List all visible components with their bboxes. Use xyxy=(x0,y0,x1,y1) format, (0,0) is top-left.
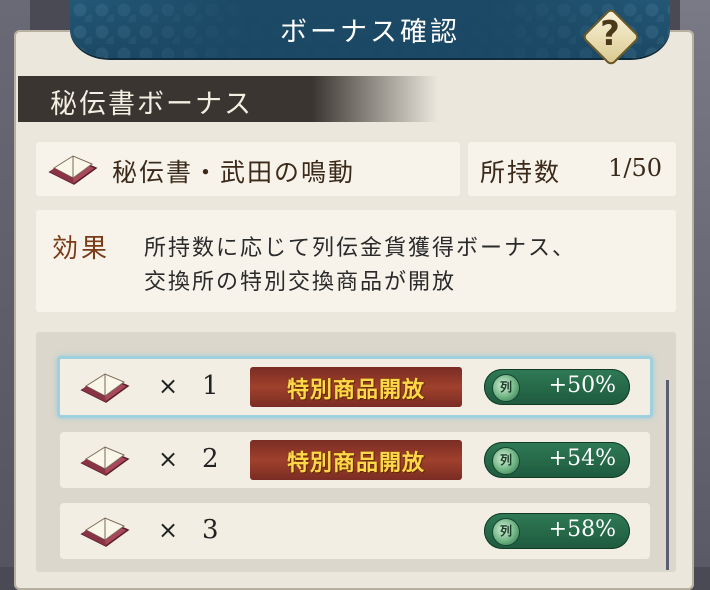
bonus-row-1[interactable]: × 1 特別商品開放 列 +50% xyxy=(57,356,653,418)
book-count: 3 xyxy=(202,515,219,545)
help-symbol: ? xyxy=(600,14,620,54)
multiplier-sign: × xyxy=(158,372,179,400)
book-count: 1 xyxy=(202,371,219,401)
coin-icon: 列 xyxy=(492,447,520,475)
book-icon xyxy=(80,373,130,403)
effect-box: 効果 所持数に応じて列伝金貨獲得ボーナス、 交換所の特別交換商品が開放 xyxy=(36,210,676,312)
effect-label: 効果 xyxy=(52,234,111,264)
help-button[interactable]: ? xyxy=(581,7,641,67)
bonus-percent: +58% xyxy=(548,517,616,542)
bonus-percent-pill: 列 +54% xyxy=(484,442,630,478)
list-scrollbar[interactable] xyxy=(666,380,669,570)
coin-icon: 列 xyxy=(492,374,520,402)
coin-icon: 列 xyxy=(492,518,520,546)
multiplier-sign: × xyxy=(158,516,179,544)
owned-label: 所持数 xyxy=(480,158,562,187)
header-banner: ボーナス確認 xyxy=(70,0,670,58)
bonus-percent-pill: 列 +58% xyxy=(484,513,630,549)
book-icon xyxy=(48,155,98,185)
owned-value: 1/50 xyxy=(608,154,662,182)
owned-count-box: 所持数 1/50 xyxy=(468,142,676,196)
section-header: 秘伝書ボーナス xyxy=(18,76,438,122)
book-name-box: 秘伝書・武田の鳴動 xyxy=(36,142,460,196)
special-unlock-label: 特別商品開放 xyxy=(286,450,425,476)
bonus-percent: +50% xyxy=(548,373,616,398)
bonus-percent-pill: 列 +50% xyxy=(484,369,630,405)
bonus-row-3[interactable]: × 3 列 +58% xyxy=(60,503,650,559)
multiplier-sign: × xyxy=(158,445,179,473)
special-unlock-badge: 特別商品開放 xyxy=(250,440,462,480)
book-count: 2 xyxy=(202,444,219,474)
special-unlock-label: 特別商品開放 xyxy=(286,377,425,403)
effect-description-line1: 所持数に応じて列伝金貨獲得ボーナス、 xyxy=(144,236,577,261)
page-title: ボーナス確認 xyxy=(280,17,460,48)
book-icon xyxy=(80,517,130,547)
book-name: 秘伝書・武田の鳴動 xyxy=(112,158,356,187)
bonus-percent: +54% xyxy=(548,446,616,471)
effect-description-line2: 交換所の特別交換商品が開放 xyxy=(144,270,457,295)
book-icon xyxy=(80,446,130,476)
section-title: 秘伝書ボーナス xyxy=(50,89,253,120)
bonus-row-2[interactable]: × 2 特別商品開放 列 +54% xyxy=(60,432,650,488)
special-unlock-badge: 特別商品開放 xyxy=(250,367,462,407)
